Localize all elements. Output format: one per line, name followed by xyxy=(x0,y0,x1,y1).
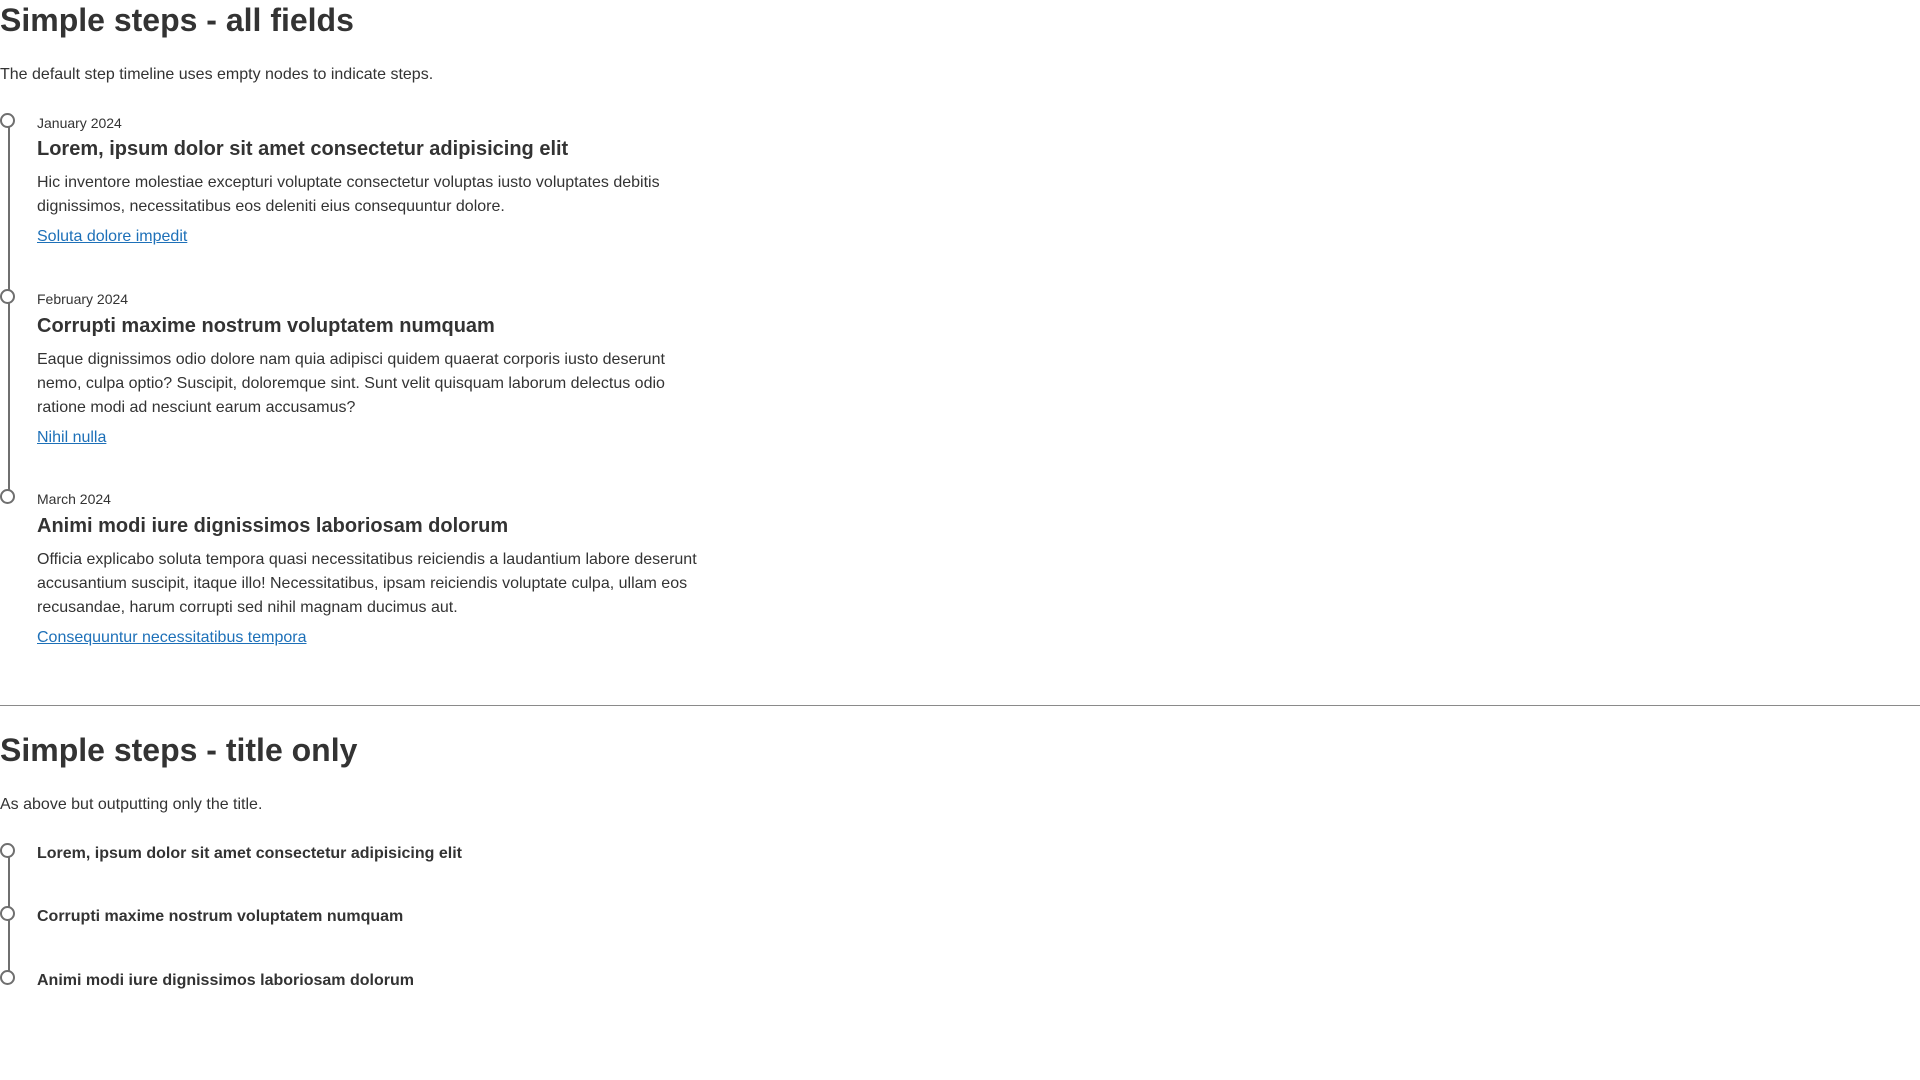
step-node-icon xyxy=(0,289,15,304)
step-link[interactable]: Nihil nulla xyxy=(37,428,106,448)
step-node-icon xyxy=(0,906,15,921)
step-heading: Corrupti maxime nostrum voluptatem numqu… xyxy=(37,908,404,925)
step-body: Eaque dignissimos odio dolore nam quia a… xyxy=(37,351,665,416)
step-node-icon xyxy=(0,843,15,858)
section-title: Simple steps - title only xyxy=(0,732,358,768)
step-link[interactable]: Soluta dolore impedit xyxy=(37,227,187,247)
step-date: March 2024 xyxy=(37,491,111,507)
section-description: As above but outputting only the title. xyxy=(0,796,263,813)
step-body: Hic inventore molestiae excepturi volupt… xyxy=(37,174,660,215)
step-node-icon xyxy=(0,113,15,128)
step-body: Officia explicabo soluta tempora quasi n… xyxy=(37,551,697,616)
section-divider xyxy=(0,705,1920,706)
step-timeline: January 2024 Lorem, ipsum dolor sit amet… xyxy=(0,112,720,646)
step-node-icon xyxy=(0,970,15,985)
section-description: The default step timeline uses empty nod… xyxy=(0,66,434,83)
step-heading: Corrupti maxime nostrum voluptatem numqu… xyxy=(37,315,495,337)
step-timeline-title-only: Lorem, ipsum dolor sit amet consectetur … xyxy=(0,842,720,992)
timeline-line xyxy=(8,121,10,495)
step-heading: Lorem, ipsum dolor sit amet consectetur … xyxy=(37,845,462,862)
step-node-icon xyxy=(0,489,15,504)
step-date: February 2024 xyxy=(37,291,129,307)
step-link[interactable]: Consequuntur necessitatibus tempora xyxy=(37,628,307,648)
step-heading: Lorem, ipsum dolor sit amet consectetur … xyxy=(37,138,569,160)
section-title: Simple steps - all fields xyxy=(0,2,354,38)
step-heading: Animi modi iure dignissimos laboriosam d… xyxy=(37,515,509,537)
step-date: January 2024 xyxy=(37,115,122,131)
step-heading: Animi modi iure dignissimos laboriosam d… xyxy=(37,972,414,989)
